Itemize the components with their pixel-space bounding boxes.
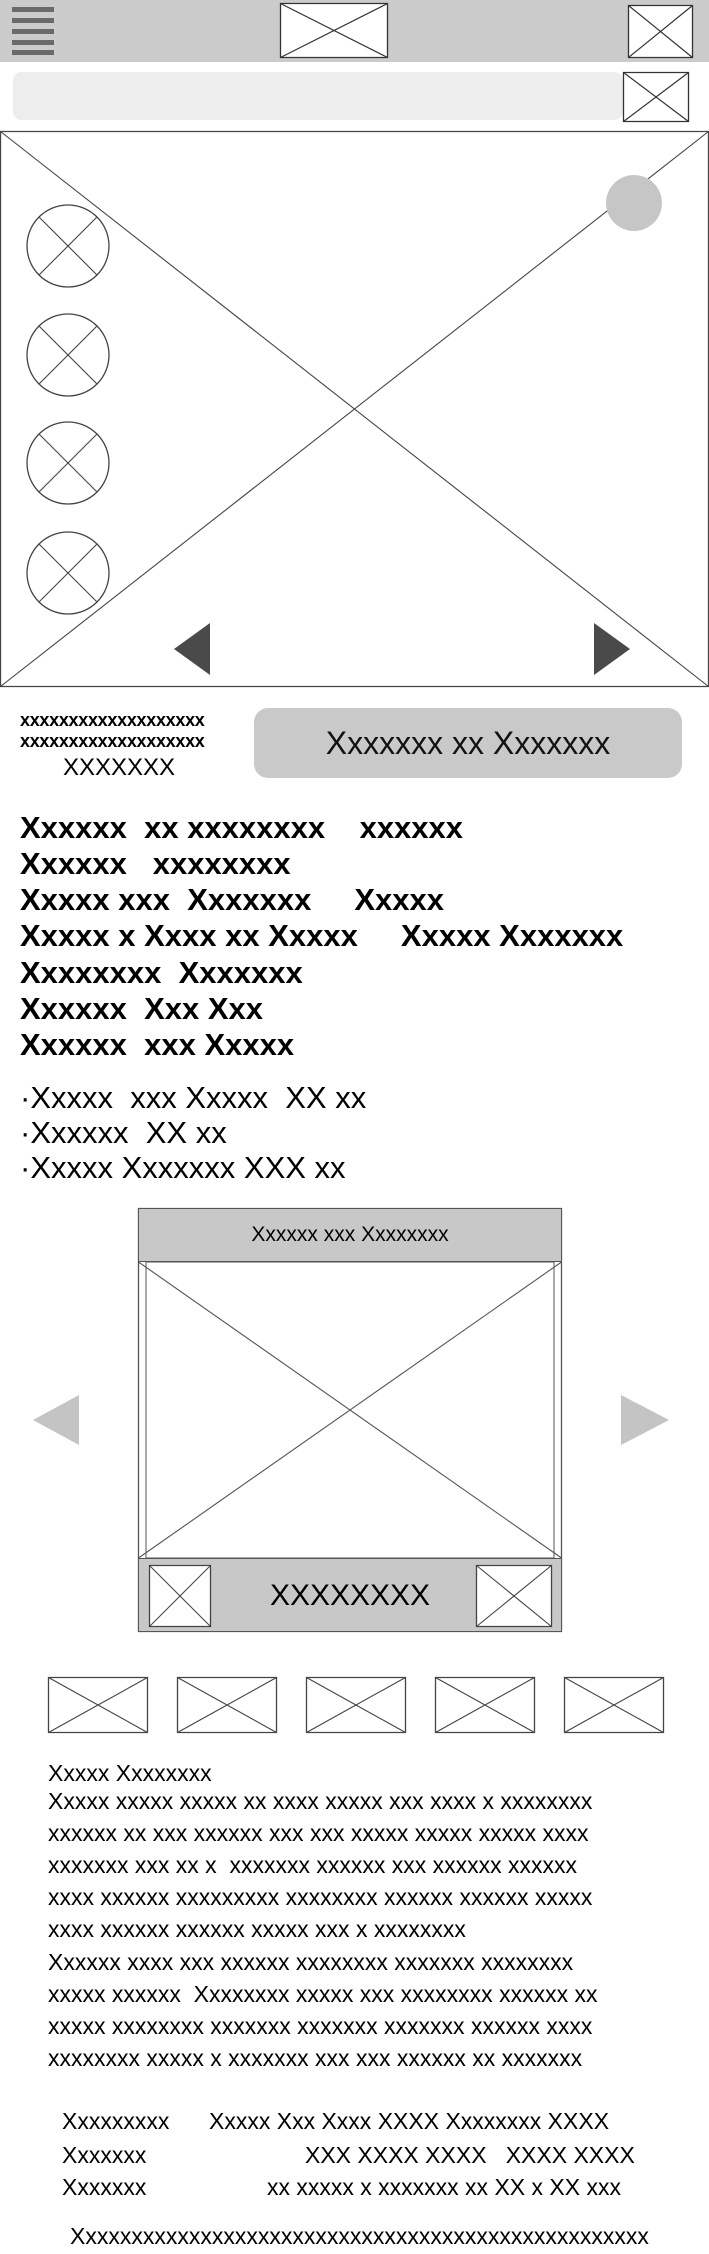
feature-bullet: ·Xxxxxx XX xx (20, 1115, 227, 1150)
cart-icon[interactable] (628, 5, 693, 58)
spec-table-label: Xxxxxxx (62, 2174, 147, 2200)
spec-table-value: Xxxxx Xxx Xxxx XXXX Xxxxxxxx XXXX (209, 2108, 610, 2134)
description-line: xxxx xxxxxx xxxxxxxxx xxxxxxxx xxxxxx xx… (48, 1884, 593, 1910)
slider-indicator-dot[interactable] (606, 175, 662, 231)
search-icon[interactable] (623, 72, 689, 122)
gallery-thumbnail-2[interactable] (177, 1677, 277, 1733)
spec-table-label: Xxxxxxxxx (62, 2108, 170, 2134)
spec-line: Xxxxxx xxxxxxxx (20, 846, 291, 881)
carousel-footer-thumb-right[interactable] (476, 1565, 552, 1627)
description-line: xxxxxxxx xxxxx x xxxxxxx xxx xxx xxxxxx … (48, 2045, 583, 2071)
description-line: xxxxx xxxxxx Xxxxxxxx xxxxx xxx xxxxxxxx… (48, 1981, 598, 2007)
hero-prev-arrow-icon[interactable] (174, 623, 210, 675)
spec-table-value: XXX XXXX XXXX XXXX XXXX (305, 2142, 635, 2168)
description-line: Xxxxxx xxxx xxx xxxxxx xxxxxxxx xxxxxxx … (48, 1949, 574, 1975)
spec-line: Xxxxxx Xxx Xxx (20, 991, 264, 1026)
logo-image[interactable] (280, 3, 388, 58)
product-code-line-2: xxxxxxxxxxxxxxxxxxx (20, 731, 205, 751)
hamburger-menu-icon[interactable] (12, 7, 54, 55)
carousel-next-arrow-icon[interactable] (621, 1395, 669, 1445)
hero-thumbnail-1[interactable] (26, 204, 110, 288)
feature-bullet: ·Xxxxx Xxxxxxx XXX xx (20, 1150, 346, 1185)
gallery-thumbnail-3[interactable] (306, 1677, 406, 1733)
spec-line: Xxxxx xxx Xxxxxxx Xxxxx (20, 882, 445, 917)
description-line: xxxxxx xx xxx xxxxxx xxx xxx xxxxx xxxxx… (48, 1820, 589, 1846)
hero-thumbnail-3[interactable] (26, 421, 110, 505)
feature-bullet: ·Xxxxx xxx Xxxxx XX xx (20, 1080, 367, 1115)
add-to-cart-button[interactable]: Xxxxxxx xx Xxxxxxx (254, 708, 682, 778)
spec-line: Xxxxxx xxx Xxxxx (20, 1027, 295, 1062)
hero-thumbnail-4[interactable] (26, 531, 110, 615)
search-input[interactable] (13, 72, 623, 120)
carousel-header: Xxxxxx xxx Xxxxxxxx (138, 1208, 562, 1262)
product-code-line-1: xxxxxxxxxxxxxxxxxxx (20, 710, 205, 730)
description-line: xxxx xxxxxx xxxxxx xxxxx xxx x xxxxxxxx (48, 1916, 466, 1942)
spec-table-value: xx xxxxx x xxxxxxx xx XX x XX xxx (267, 2174, 621, 2200)
carousel-footer-thumb-left[interactable] (149, 1565, 211, 1627)
product-code-line-3: XXXXXXX (63, 754, 176, 781)
footer-text: Xxxxxxxxxxxxxxxxxxxxxxxxxxxxxxxxxxxxxxxx… (70, 2223, 649, 2249)
hero-next-arrow-icon[interactable] (594, 623, 630, 675)
spec-table-label: Xxxxxxx (62, 2142, 147, 2168)
spec-line: Xxxxxxxx Xxxxxxx (20, 955, 303, 990)
description-line: Xxxxx xxxxx xxxxx xx xxxx xxxxx xxx xxxx… (48, 1788, 593, 1814)
gallery-thumbnail-4[interactable] (435, 1677, 535, 1733)
spec-line: Xxxxxx xx xxxxxxxx xxxxxx (20, 810, 464, 845)
description-line: xxxxx xxxxxxxx xxxxxxx xxxxxxx xxxxxxx x… (48, 2013, 593, 2039)
gallery-thumbnail-1[interactable] (48, 1677, 148, 1733)
carousel-prev-arrow-icon[interactable] (33, 1395, 79, 1445)
gallery-thumbnail-5[interactable] (564, 1677, 664, 1733)
hero-thumbnail-2[interactable] (26, 313, 110, 397)
description-line: xxxxxxx xxx xx x xxxxxxx xxxxxx xxx xxxx… (48, 1852, 578, 1878)
spec-line: Xxxxx x Xxxx xx Xxxxx Xxxxx Xxxxxxx (20, 918, 624, 953)
